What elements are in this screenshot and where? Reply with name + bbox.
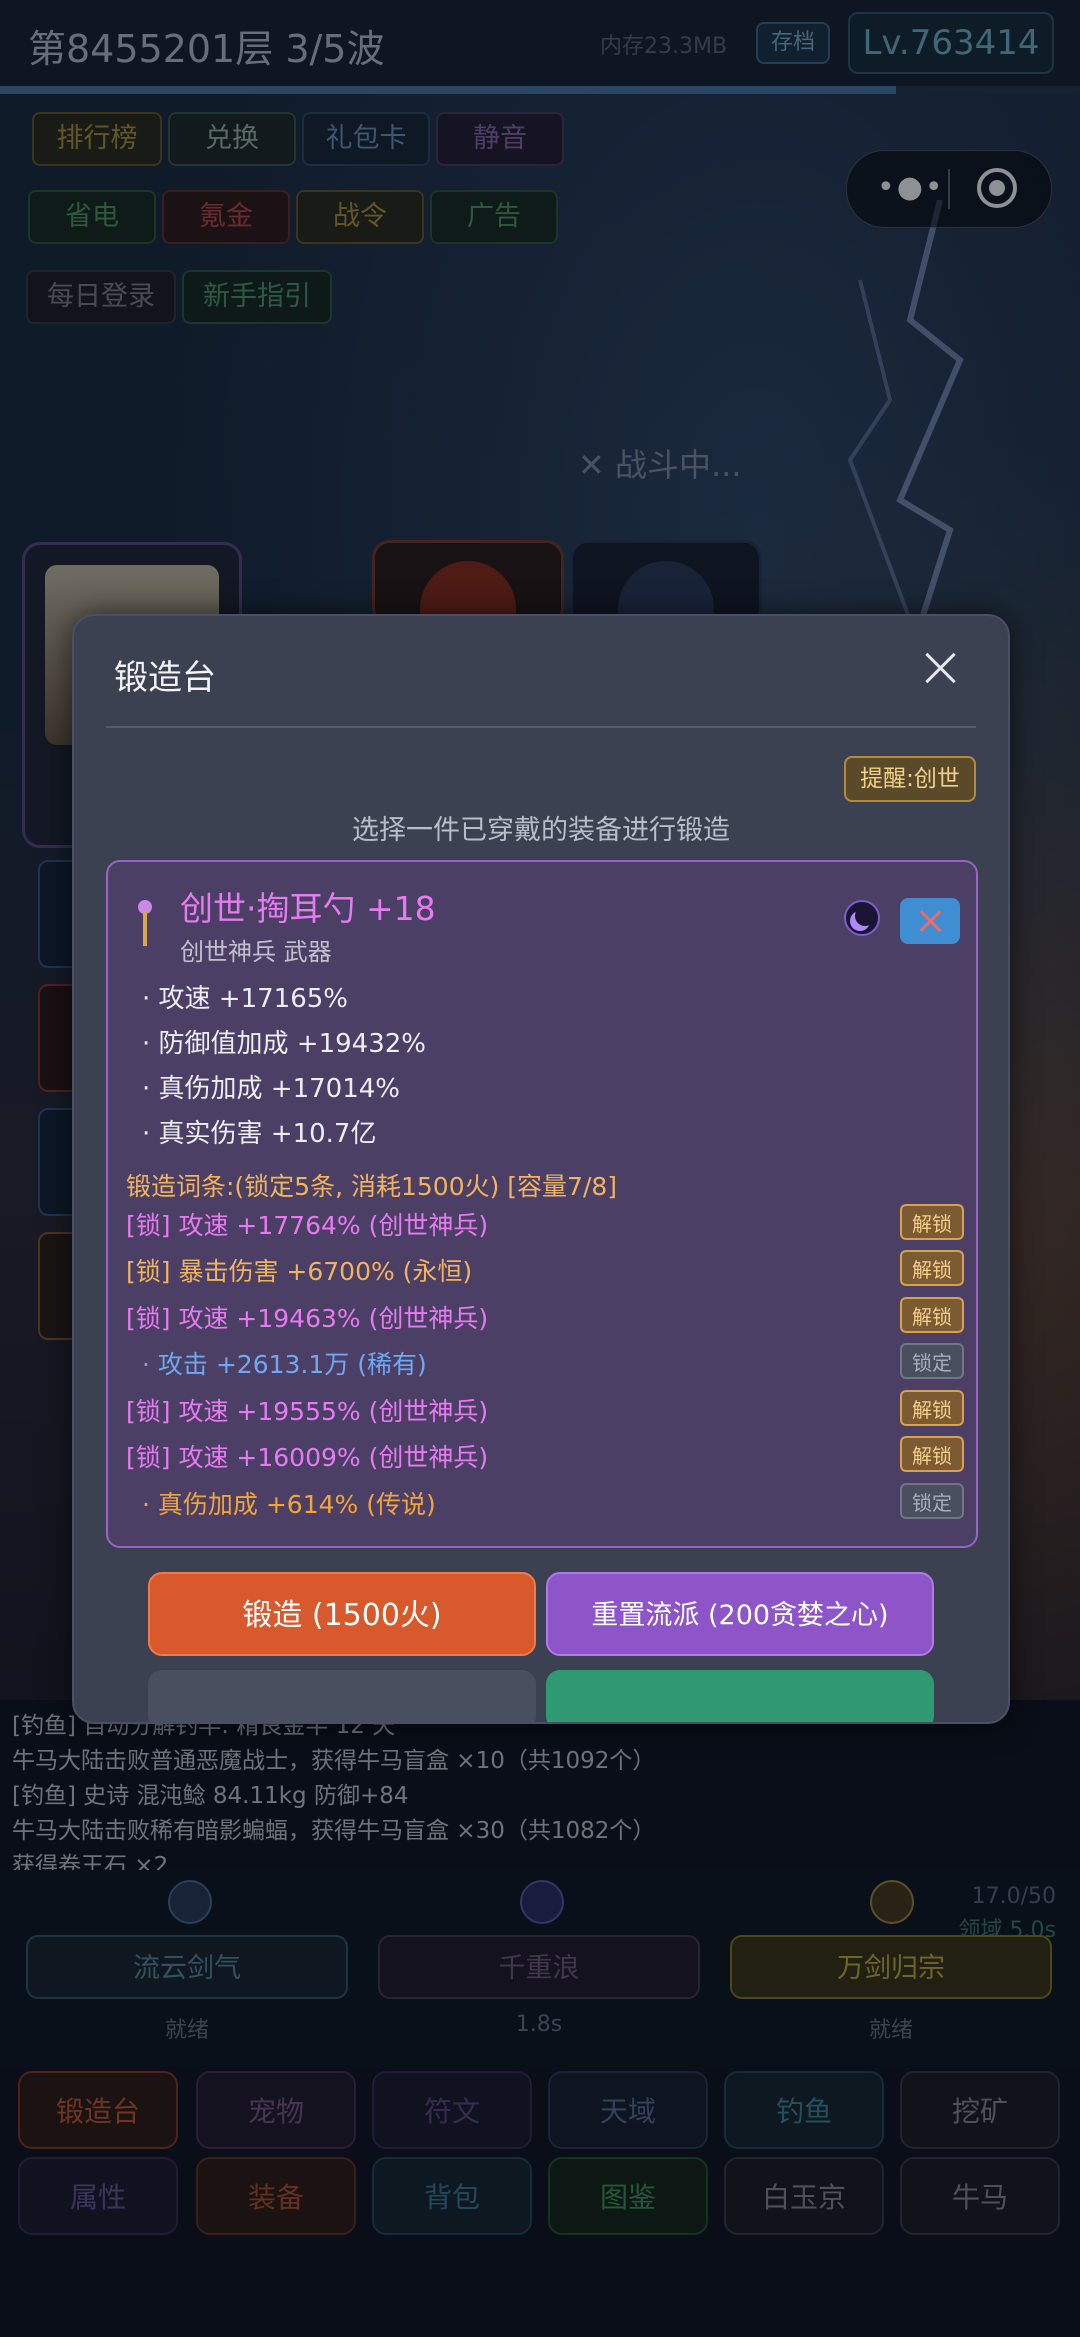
unlock-button[interactable]: 解锁 [900, 1390, 964, 1426]
reset-style-button[interactable]: 重置流派 (200贪婪之心) [546, 1572, 934, 1656]
equipment-name: 创世·掏耳勺 +18 [180, 889, 436, 928]
close-icon[interactable] [922, 650, 958, 686]
equipment-subtitle: 创世神兵 武器 [180, 938, 332, 966]
forge-affix: · 攻击 +2613.1万 (稀有) [142, 1350, 427, 1379]
forge-affix: [锁] 攻速 +19463% (创世神兵) [126, 1304, 489, 1333]
unequip-button[interactable] [900, 898, 960, 944]
ear-spoon-icon [138, 900, 152, 946]
moon-icon [844, 900, 880, 936]
forge-affix: · 真伤加成 +614% (传说) [142, 1490, 436, 1519]
forge-affix-header: 锻造词条:(锁定5条, 消耗1500火) [容量7/8] [126, 1172, 618, 1201]
forge-affix: [锁] 攻速 +16009% (创世神兵) [126, 1443, 489, 1472]
lock-button[interactable]: 锁定 [900, 1483, 964, 1519]
forge-affix: [锁] 攻速 +19555% (创世神兵) [126, 1397, 489, 1426]
remind-badge[interactable]: 提醒:创世 [844, 756, 976, 802]
unlock-button[interactable]: 解锁 [900, 1250, 964, 1286]
lock-button[interactable]: 锁定 [900, 1343, 964, 1379]
forge-modal: 锻造台 提醒:创世 选择一件已穿戴的装备进行锻造 创世·掏耳勺 +18 创世神兵… [72, 614, 1010, 1724]
forge-affix: [锁] 攻速 +17764% (创世神兵) [126, 1211, 489, 1240]
equipment-panel: 创世·掏耳勺 +18 创世神兵 武器 · 攻速 +17165% · 防御值加成 … [106, 860, 978, 1548]
unlock-button[interactable]: 解锁 [900, 1297, 964, 1333]
forge-affix: [锁] 暴击伤害 +6700% (永恒) [126, 1257, 473, 1286]
divider [106, 726, 976, 728]
modal-title: 锻造台 [114, 658, 216, 698]
hidden-button[interactable] [148, 1670, 536, 1722]
forge-button[interactable]: 锻造 (1500火) [148, 1572, 536, 1656]
unlock-button[interactable]: 解锁 [900, 1204, 964, 1240]
hidden-button[interactable] [546, 1670, 934, 1722]
base-stat: · 真实伤害 +10.7亿 [142, 1119, 377, 1149]
base-stat: · 防御值加成 +19432% [142, 1029, 426, 1059]
forge-hint: 选择一件已穿戴的装备进行锻造 [352, 815, 730, 846]
unlock-button[interactable]: 解锁 [900, 1436, 964, 1472]
base-stat: · 攻速 +17165% [142, 984, 348, 1014]
base-stat: · 真伤加成 +17014% [142, 1074, 400, 1104]
